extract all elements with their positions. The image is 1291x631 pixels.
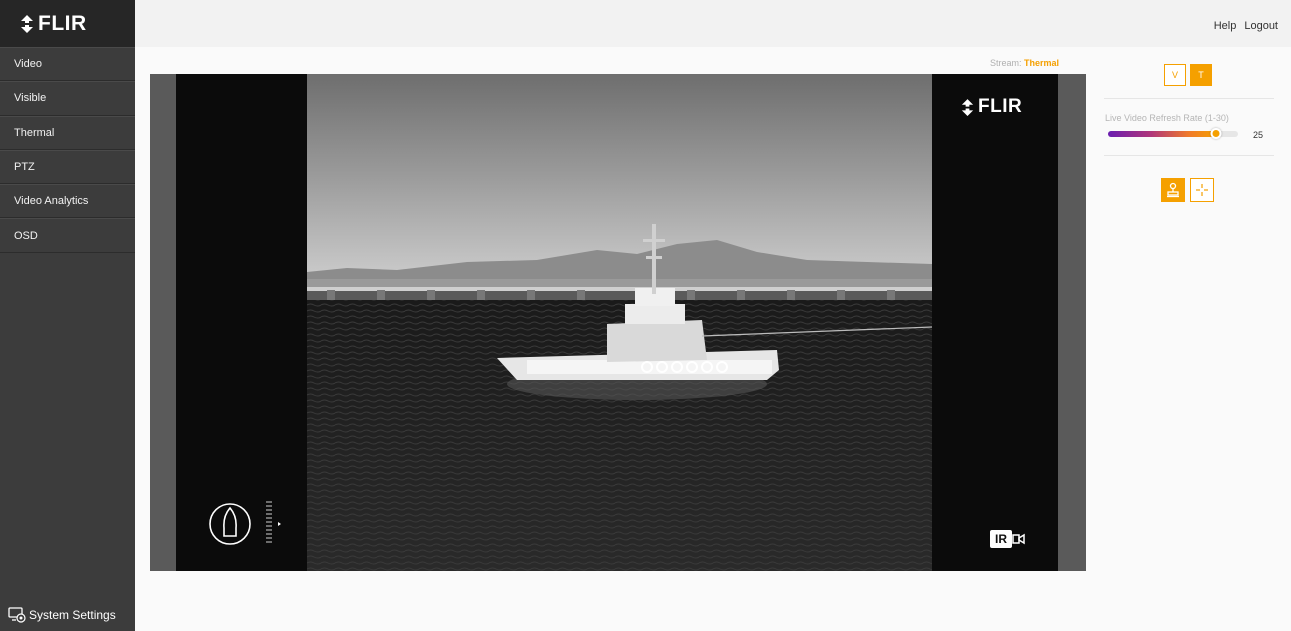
app-root: FLIR Video Visible Thermal PTZ Video Ana… xyxy=(0,0,1291,631)
thermal-video-frame xyxy=(307,74,932,571)
stream-label: Stream: xyxy=(990,58,1022,68)
joystick-button[interactable] xyxy=(1161,178,1185,202)
video-letterbox-left xyxy=(176,74,307,571)
thermal-mode-button[interactable]: T xyxy=(1190,64,1212,86)
refresh-rate-label: Live Video Refresh Rate (1-30) xyxy=(1105,113,1229,123)
sidebar-item-label: Video xyxy=(14,58,42,71)
refresh-rate-value: 25 xyxy=(1253,130,1264,140)
control-tools xyxy=(1161,178,1214,202)
sidebar-item-osd[interactable]: OSD xyxy=(0,218,135,253)
refresh-rate-slider[interactable] xyxy=(1108,128,1238,139)
panel-divider xyxy=(1104,155,1274,156)
sidebar-item-label: PTZ xyxy=(14,161,35,174)
thermal-scene-image xyxy=(307,74,932,571)
flir-logo-icon xyxy=(21,14,33,33)
compass-icon xyxy=(208,500,288,555)
ir-badge-text: IR xyxy=(990,530,1012,548)
stream-mode-toggle: V T xyxy=(1164,64,1212,86)
flir-overlay-icon xyxy=(961,98,974,116)
video-letterbox-right xyxy=(932,74,1058,571)
sidebar: FLIR Video Visible Thermal PTZ Video Ana… xyxy=(0,0,135,631)
crosshair-button[interactable] xyxy=(1190,178,1214,202)
thermal-mode-label: T xyxy=(1198,70,1204,80)
sidebar-item-label: Visible xyxy=(14,92,47,105)
visible-mode-button[interactable]: V xyxy=(1164,64,1186,86)
visible-mode-label: V xyxy=(1171,70,1178,80)
slider-thumb[interactable] xyxy=(1210,128,1222,139)
logo-text: FLIR xyxy=(38,11,87,35)
system-settings-label: System Settings xyxy=(29,608,116,622)
sidebar-item-label: Thermal xyxy=(14,126,55,139)
sidebar-item-label: OSD xyxy=(14,229,38,242)
stream-value: Thermal xyxy=(1024,58,1060,68)
panel-divider xyxy=(1104,98,1274,99)
sidebar-item-video[interactable]: Video xyxy=(0,47,135,82)
crosshair-icon xyxy=(1196,184,1208,196)
sidebar-item-thermal[interactable]: Thermal xyxy=(0,115,135,150)
stream-indicator: Stream: Thermal xyxy=(990,58,1059,68)
top-header: Help Logout xyxy=(135,0,1291,47)
slider-fill xyxy=(1108,131,1216,137)
sidebar-item-ptz[interactable]: PTZ xyxy=(0,149,135,185)
help-link[interactable]: Help xyxy=(1214,20,1237,32)
video-overlay-logo: FLIR xyxy=(960,96,1022,118)
sidebar-nav: Video Visible Thermal PTZ Video Analytic… xyxy=(0,47,135,253)
sidebar-item-video-analytics[interactable]: Video Analytics xyxy=(0,184,135,219)
flir-logo[interactable]: FLIR xyxy=(19,12,87,36)
video-viewport[interactable]: FLIR IR xyxy=(150,74,1086,571)
ir-indicator: IR xyxy=(990,530,1026,548)
video-overlay-logo-text: FLIR xyxy=(978,96,1023,117)
joystick-icon xyxy=(1167,182,1179,198)
video-camera-icon xyxy=(1012,533,1025,545)
header-links: Help Logout xyxy=(1214,20,1278,32)
system-settings-icon xyxy=(8,607,26,623)
sidebar-item-label: Video Analytics xyxy=(14,195,89,208)
logo-box: FLIR xyxy=(0,0,135,47)
system-settings-link[interactable]: System Settings xyxy=(8,607,116,623)
logout-link[interactable]: Logout xyxy=(1244,20,1278,32)
sidebar-item-visible[interactable]: Visible xyxy=(0,81,135,116)
